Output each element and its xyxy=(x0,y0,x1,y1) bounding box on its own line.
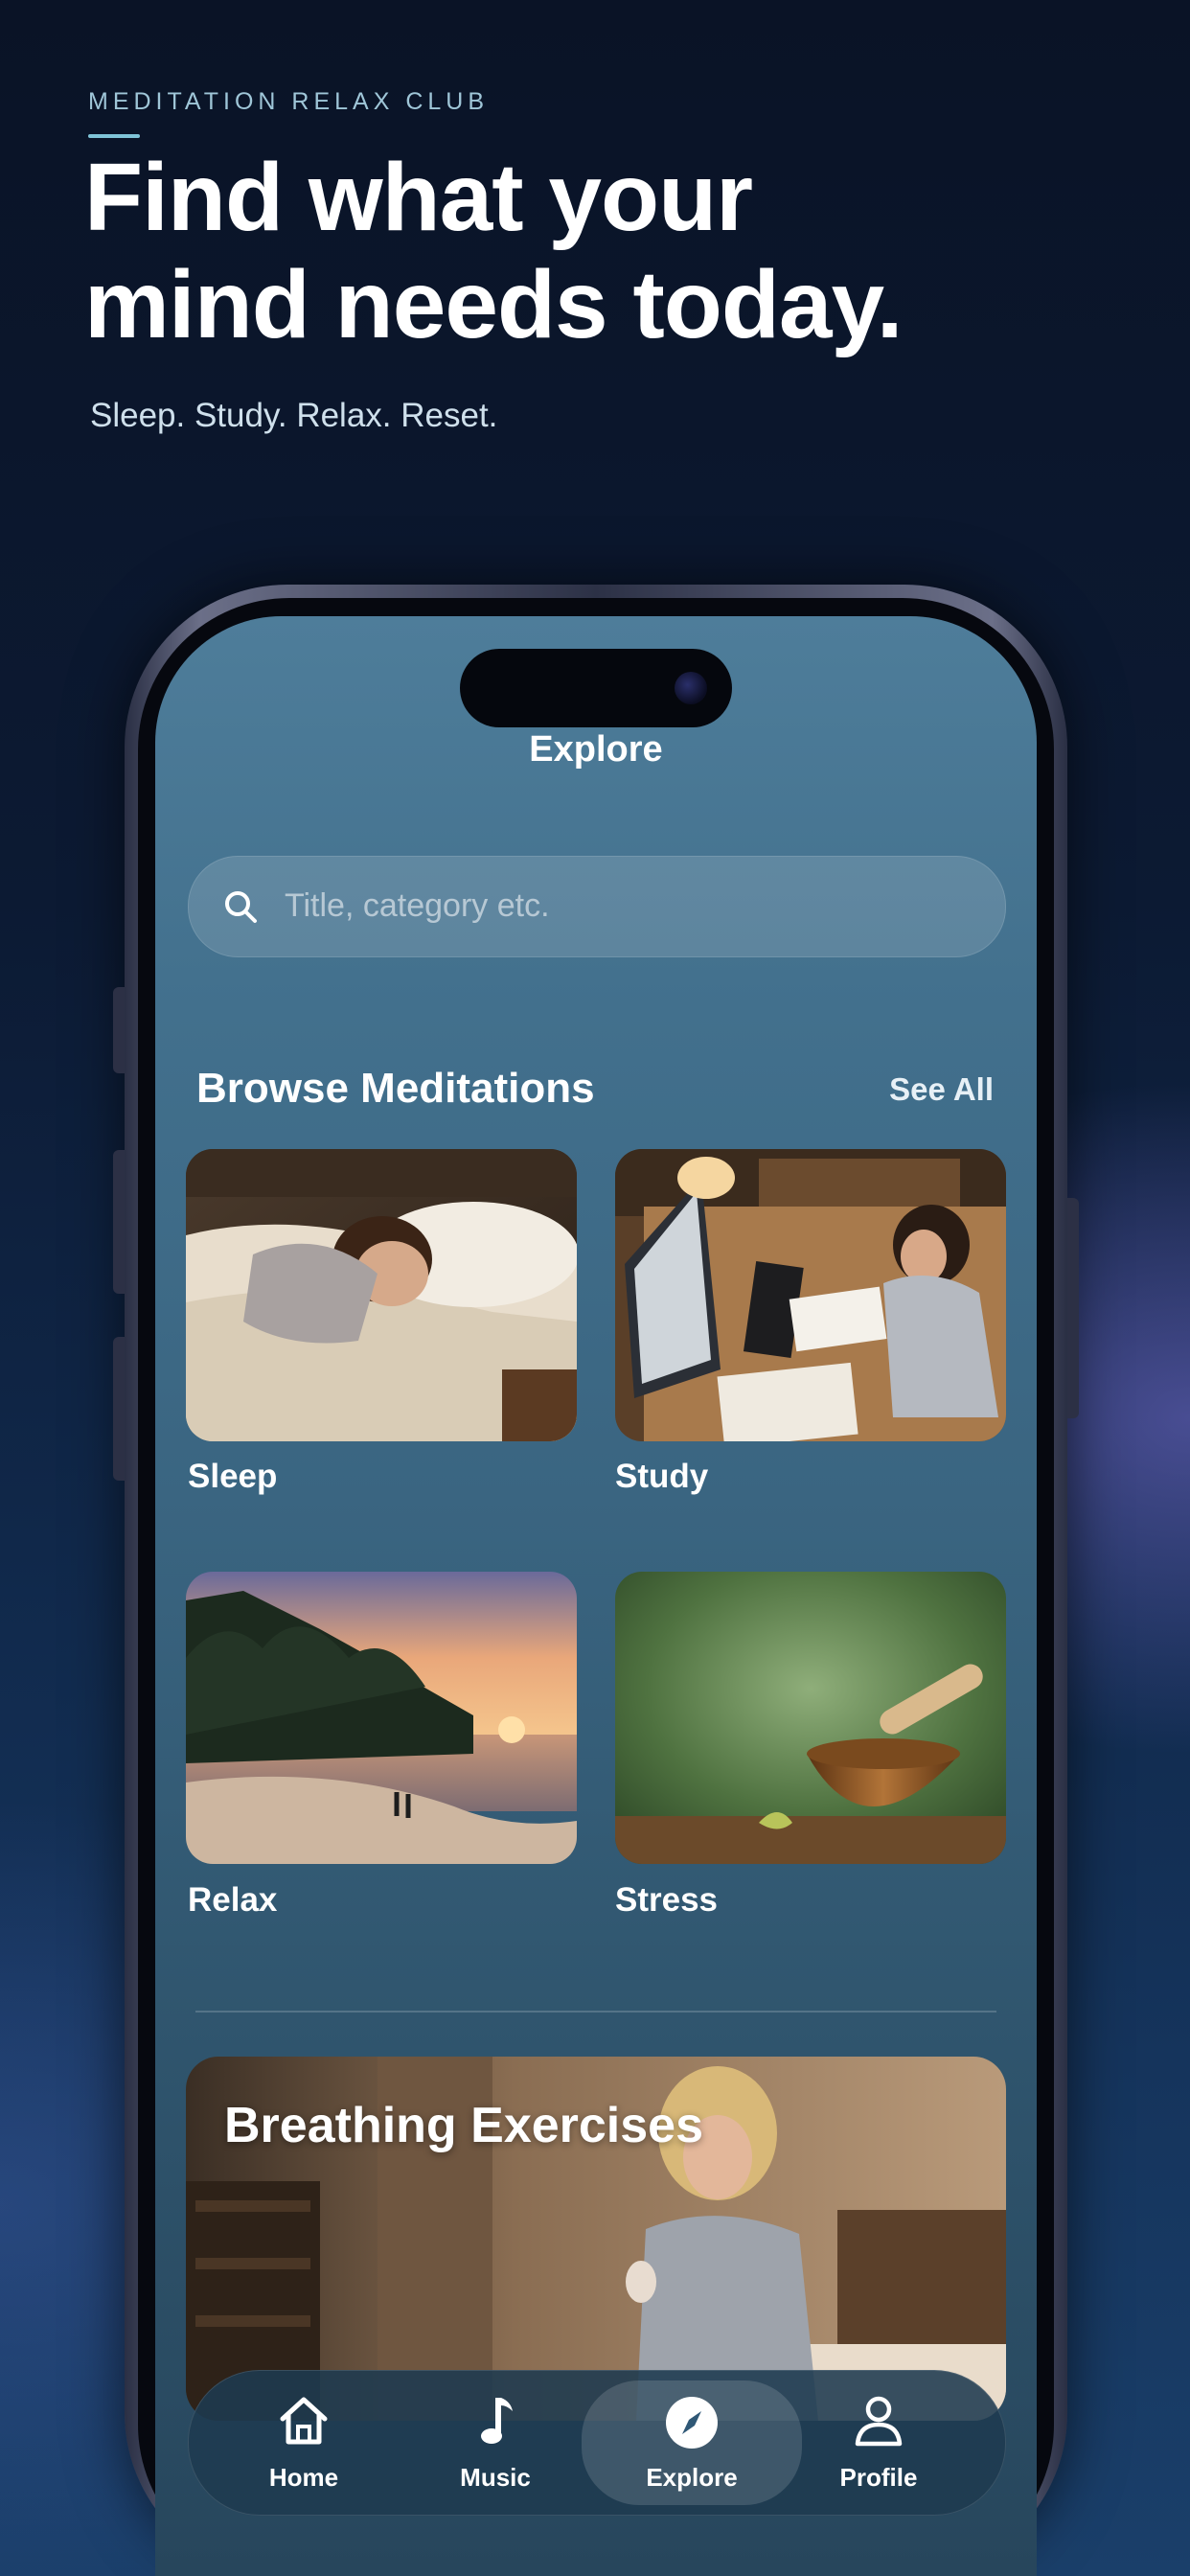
see-all-link[interactable]: See All xyxy=(889,1071,994,1108)
study-image xyxy=(615,1149,1006,1441)
tab-explore[interactable]: Explore xyxy=(582,2380,802,2505)
category-card-study[interactable] xyxy=(615,1149,1006,1441)
tab-label-profile: Profile xyxy=(839,2463,918,2492)
brand-label: MEDITATION RELAX CLUB xyxy=(88,88,490,115)
tab-label-explore: Explore xyxy=(646,2463,738,2492)
breathing-exercises-card[interactable]: Breathing Exercises xyxy=(186,2057,1006,2421)
camera-icon xyxy=(675,672,707,704)
category-label-study: Study xyxy=(615,1458,709,1495)
section-divider xyxy=(195,2011,996,2012)
search-icon xyxy=(225,891,257,923)
volume-down-button xyxy=(113,1337,125,1481)
compass-icon xyxy=(666,2397,718,2449)
browse-section-title: Browse Meditations xyxy=(196,1065,595,1112)
profile-icon xyxy=(855,2396,903,2447)
search-placeholder: Title, category etc. xyxy=(285,887,550,924)
breathing-exercises-title: Breathing Exercises xyxy=(224,2098,704,2153)
category-label-relax: Relax xyxy=(188,1881,278,1919)
tab-home[interactable]: Home xyxy=(208,2371,400,2515)
brand-underline xyxy=(88,134,140,138)
screen-title: Explore xyxy=(529,729,663,770)
tab-music[interactable]: Music xyxy=(400,2371,591,2515)
relax-image xyxy=(186,1572,577,1864)
headline-line-1: Find what your xyxy=(84,144,753,251)
tagline: Sleep. Study. Relax. Reset. xyxy=(90,397,498,434)
dynamic-island xyxy=(460,649,732,727)
app-screen: Explore Title, category etc. Browse Medi… xyxy=(155,616,1037,2576)
action-button xyxy=(113,987,125,1073)
power-button xyxy=(1067,1198,1079,1418)
tab-label-music: Music xyxy=(460,2463,531,2492)
sleep-image xyxy=(186,1149,577,1441)
tab-profile[interactable]: Profile xyxy=(783,2371,974,2515)
stress-image xyxy=(615,1572,1006,1864)
category-label-stress: Stress xyxy=(615,1881,719,1919)
tab-bar: Home Music Explore Profile xyxy=(188,2370,1006,2516)
headline: Find what your mind needs today. xyxy=(84,144,1090,358)
music-note-icon xyxy=(481,2398,513,2444)
category-label-sleep: Sleep xyxy=(188,1458,278,1495)
home-icon xyxy=(280,2397,328,2445)
search-input[interactable]: Title, category etc. xyxy=(188,856,1006,957)
tab-label-home: Home xyxy=(268,2463,339,2492)
volume-up-button xyxy=(113,1150,125,1294)
category-card-sleep[interactable] xyxy=(186,1149,577,1441)
headline-line-2: mind needs today. xyxy=(84,251,904,358)
category-card-stress[interactable] xyxy=(615,1572,1006,1864)
category-card-relax[interactable] xyxy=(186,1572,577,1864)
